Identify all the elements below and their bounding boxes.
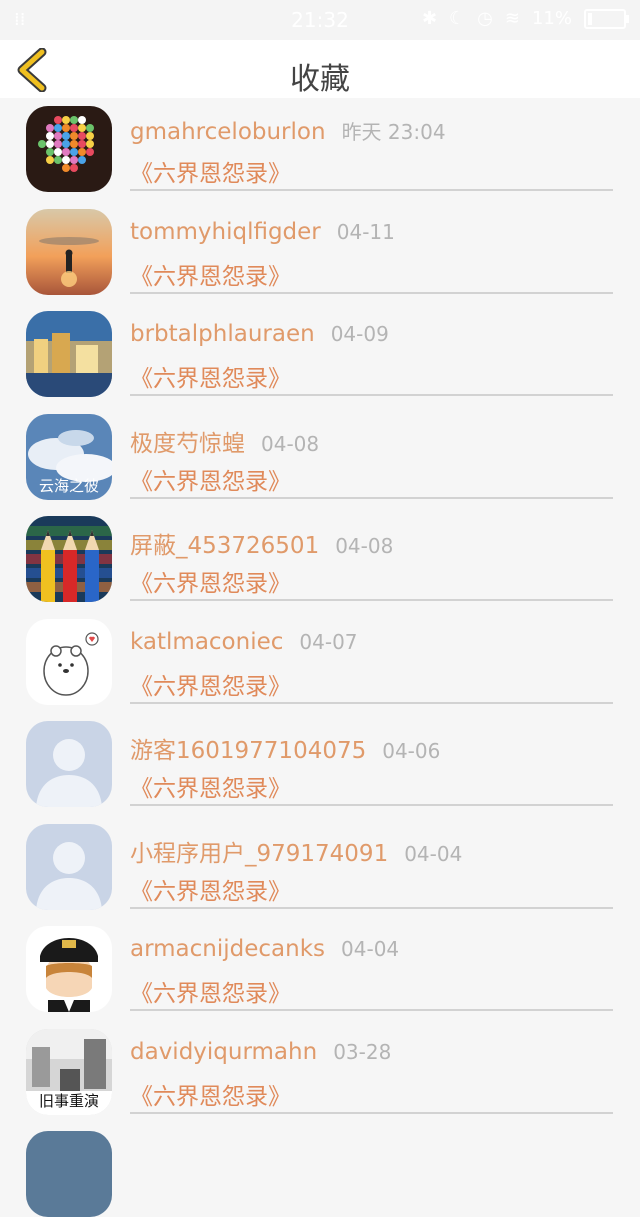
moon-icon: ☾: [449, 8, 466, 29]
divider: [130, 599, 613, 601]
nav-bar: 收藏: [0, 40, 640, 98]
favorite-item[interactable]: 小程序用户_979174091 04-04 《六界恩怨录》: [0, 816, 640, 919]
avatar[interactable]: [26, 823, 112, 910]
favorite-time: 04-06: [382, 739, 441, 763]
divider: [130, 1009, 613, 1011]
favorite-item[interactable]: brbtalphlauraen 04-09 《六界恩怨录》: [0, 303, 640, 406]
divider: [130, 394, 613, 396]
avatar[interactable]: 旧事重演: [26, 1028, 112, 1115]
favorite-time: 04-11: [336, 219, 395, 244]
favorite-item[interactable]: 屏蔽_453726501 04-08 《六界恩怨录》: [0, 508, 640, 611]
book-title-link[interactable]: 《六界恩怨录》: [130, 769, 291, 803]
book-title-link[interactable]: 《六界恩怨录》: [130, 667, 291, 701]
wifi-icon: ≋: [504, 8, 520, 29]
username[interactable]: 游客1601977104075 04-06: [130, 731, 440, 765]
username[interactable]: gmahrceloburlon 昨天 23:04: [130, 116, 446, 145]
avatar[interactable]: [26, 106, 112, 192]
bluetooth-icon: ✱: [421, 8, 438, 29]
avatar-partial: [26, 1131, 112, 1217]
avatar-caption: 云海之彼: [38, 476, 99, 495]
divider: [130, 496, 613, 499]
avatar[interactable]: [26, 311, 112, 397]
avatar-caption: 旧事重演: [38, 1091, 99, 1110]
favorite-item[interactable]: 云海之彼 极度芍惊蝗 04-08 《六界恩怨录》: [0, 406, 640, 509]
favorite-time: 04-08: [335, 534, 394, 558]
book-title-link[interactable]: 《六界恩怨录》: [130, 359, 291, 393]
username-text: armacnijdecanks: [130, 936, 326, 962]
favorite-time: 04-04: [341, 937, 400, 961]
favorite-time: 04-07: [299, 629, 358, 654]
avatar[interactable]: [26, 721, 112, 807]
username[interactable]: tommyhiqlfigder 04-11: [130, 219, 395, 245]
username[interactable]: armacnijdecanks 04-04: [130, 936, 399, 962]
favorite-item[interactable]: 游客1601977104075 04-06 《六界恩怨录》: [0, 713, 640, 816]
username[interactable]: davidyiqurmahn 03-28: [130, 1039, 391, 1065]
favorite-item[interactable]: 旧事重演 davidyiqurmahn 03-28 《六界恩怨录》: [0, 1021, 640, 1124]
username-text: gmahrceloburlon: [130, 119, 326, 145]
username-text: tommyhiqlfigder: [130, 218, 321, 245]
avatar[interactable]: [26, 926, 112, 1012]
favorite-time: 昨天 23:04: [341, 120, 446, 144]
divider: [130, 291, 613, 294]
book-title-link[interactable]: 《六界恩怨录》: [130, 1077, 291, 1111]
avatar[interactable]: [26, 516, 112, 602]
username[interactable]: 小程序用户_979174091 04-04: [130, 834, 462, 868]
favorite-time: 04-04: [404, 841, 463, 866]
book-title-link[interactable]: 《六界恩怨录》: [130, 564, 291, 598]
favorite-item[interactable]: gmahrceloburlon 昨天 23:04 《六界恩怨录》: [0, 98, 640, 201]
username[interactable]: brbtalphlauraen 04-09: [130, 321, 389, 347]
battery-icon: [584, 8, 629, 29]
book-title-link[interactable]: 《六界恩怨录》: [130, 257, 291, 291]
status-bar: ⁞⁞ 21:32 ✱ ☾ ◷ ≋ 11%: [0, 0, 640, 40]
avatar[interactable]: [26, 618, 112, 705]
book-title-link[interactable]: 《六界恩怨录》: [130, 462, 291, 496]
battery-percent: 11%: [531, 8, 572, 29]
username-text: davidyiqurmahn: [130, 1038, 318, 1065]
favorite-time: 04-09: [330, 322, 389, 346]
avatar[interactable]: 云海之彼: [26, 413, 112, 500]
favorite-time: 04-08: [261, 431, 320, 456]
divider: [130, 906, 613, 909]
username-text: 游客1601977104075: [130, 738, 367, 764]
username[interactable]: 极度芍惊蝗 04-08: [130, 424, 319, 458]
book-title-link[interactable]: 《六界恩怨录》: [130, 872, 291, 906]
divider: [130, 1111, 613, 1114]
page-title: 收藏: [290, 62, 350, 97]
username-text: 屏蔽_453726501: [130, 533, 320, 559]
divider: [130, 701, 613, 704]
username[interactable]: katlmaconiec 04-07: [130, 629, 358, 655]
status-icons: ✱ ☾ ◷ ≋ 11%: [421, 8, 629, 29]
favorite-item[interactable]: tommyhiqlfigder 04-11 《六界恩怨录》: [0, 201, 640, 304]
favorites-list: gmahrceloburlon 昨天 23:04 《六界恩怨录》 tommyhiqlf…: [0, 98, 640, 1217]
username-text: katlmaconiec: [130, 628, 284, 655]
divider: [130, 189, 613, 191]
avatar[interactable]: [26, 208, 112, 295]
username-text: 小程序用户_979174091: [130, 840, 389, 867]
book-title-link[interactable]: 《六界恩怨录》: [130, 974, 291, 1008]
alarm-icon: ◷: [477, 8, 493, 29]
favorite-item[interactable]: katlmaconiec 04-07 《六界恩怨录》: [0, 611, 640, 714]
favorite-time: 03-28: [333, 1039, 392, 1064]
username-text: brbtalphlauraen: [130, 321, 315, 347]
book-title-link[interactable]: 《六界恩怨录》: [130, 154, 291, 188]
username-text: 极度芍惊蝗: [130, 430, 245, 457]
divider: [130, 804, 613, 806]
favorite-item[interactable]: armacnijdecanks 04-04 《六界恩怨录》: [0, 918, 640, 1021]
username[interactable]: 屏蔽_453726501 04-08: [130, 526, 393, 560]
